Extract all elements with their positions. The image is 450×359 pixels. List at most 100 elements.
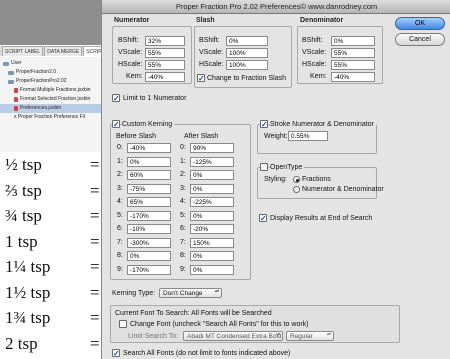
- kerning-digit-label: 1:: [180, 157, 186, 165]
- slash-bshift-field[interactable]: 0%: [226, 36, 268, 46]
- kerning-before-field[interactable]: 60%: [127, 170, 171, 180]
- kerning-before-field[interactable]: -75%: [127, 183, 171, 194]
- change-font-checkbox[interactable]: [119, 320, 127, 328]
- kerning-after-field[interactable]: -125%: [190, 156, 234, 167]
- tree-item[interactable]: Format Multiple Fractions.jsxbin: [0, 86, 101, 95]
- fraction-row: 1½ tsp =: [5, 282, 100, 302]
- slash-vscale-label: VScale:: [199, 49, 224, 56]
- display-results-checkbox[interactable]: ✓: [259, 214, 267, 223]
- numerator-vscale-field[interactable]: 55%: [145, 48, 185, 58]
- tree-item[interactable]: x Proper Fraction Preference Fil: [0, 113, 101, 122]
- folder-icon: [8, 70, 14, 75]
- tree-item[interactable]: Format Selected Fraction.jsxbin: [0, 95, 101, 104]
- tab-script-label[interactable]: SCRIPT LABEL: [2, 46, 44, 56]
- kerning-after-field[interactable]: 90%: [190, 143, 234, 153]
- font-style-select[interactable]: Regular: [286, 331, 334, 341]
- kerning-before-field[interactable]: -170%: [127, 264, 171, 275]
- numerator-kern-label: Kern:: [126, 73, 143, 80]
- fractions-radio-label: Fractions: [302, 176, 331, 183]
- font-family-select[interactable]: Abadi MT Condensed Extra Bold: [183, 331, 283, 341]
- numerator-heading: Numerator: [114, 17, 150, 24]
- preferences-dialog: Proper Fraction Pro 2.02 Preferences© ww…: [101, 0, 450, 359]
- kerning-digit-label: 2:: [117, 171, 123, 178]
- denominator-kern-field[interactable]: -40%: [331, 72, 375, 82]
- numerator-denominator-radio-label: Numerator & Denominator: [302, 186, 384, 193]
- denominator-vscale-field[interactable]: 55%: [331, 48, 375, 58]
- opentype-styling-label: Styling:: [264, 176, 287, 183]
- denominator-bshift-field[interactable]: 0%: [331, 36, 375, 46]
- tree-item[interactable]: Preferences.jsxbin: [0, 104, 101, 113]
- kerning-before-field[interactable]: -170%: [127, 210, 171, 221]
- kerning-digit-label: 4:: [180, 198, 186, 205]
- kerning-digit-label: 4:: [117, 198, 123, 205]
- denominator-bshift-label: BShift:: [302, 37, 323, 44]
- denominator-hscale-label: HScale:: [302, 61, 327, 68]
- tab-data-merge[interactable]: DATA MERGE: [44, 46, 83, 56]
- opentype-label: OpenType: [270, 164, 305, 171]
- opentype-box: [257, 167, 377, 199]
- slash-vscale-field[interactable]: 100%: [226, 48, 268, 58]
- tree-item[interactable]: ProperFraction2.0: [0, 68, 101, 77]
- fraction-row: ¾ tsp =: [5, 206, 100, 225]
- kerning-digit-label: 8:: [117, 252, 123, 259]
- denominator-kern-label: Kern:: [310, 73, 327, 80]
- tree-item[interactable]: User: [0, 59, 101, 68]
- kerning-before-field[interactable]: -300%: [127, 237, 171, 248]
- kerning-type-select[interactable]: Don't Change: [159, 288, 222, 298]
- tree-item[interactable]: ProperFractionPro2.02: [0, 77, 101, 86]
- numerator-bshift-label: BShift:: [118, 37, 139, 44]
- scripts-tree: User ProperFraction2.0 ProperFractionPro…: [0, 57, 101, 152]
- kerning-after-field[interactable]: 0%: [190, 183, 234, 194]
- fractions-radio[interactable]: [293, 176, 300, 183]
- after-slash-heading: After Slash: [184, 133, 219, 140]
- denominator-vscale-label: VScale:: [302, 49, 327, 56]
- kerning-digit-label: 9:: [180, 265, 186, 273]
- kerning-before-field[interactable]: 0%: [127, 156, 171, 167]
- custom-kerning-checkbox[interactable]: ✓: [112, 120, 120, 129]
- fraction-row: ½ tsp =: [5, 155, 100, 174]
- ok-button[interactable]: OK: [395, 17, 445, 30]
- change-to-fraction-slash-checkbox[interactable]: ✓: [197, 74, 205, 83]
- numerator-denominator-radio[interactable]: [293, 186, 300, 193]
- cancel-button[interactable]: Cancel: [395, 33, 445, 46]
- kerning-after-field[interactable]: 0%: [190, 210, 234, 221]
- kerning-digit-label: 1:: [117, 157, 123, 165]
- slash-heading: Slash: [196, 17, 215, 24]
- change-to-fraction-slash-label: Change to Fraction Slash: [207, 75, 286, 82]
- kerning-after-field[interactable]: 0%: [190, 170, 234, 180]
- kerning-digit-label: 5:: [180, 211, 186, 219]
- kerning-after-field[interactable]: 0%: [190, 264, 234, 275]
- kerning-digit-label: 6:: [180, 225, 186, 232]
- denominator-heading: Denominator: [300, 17, 344, 24]
- kerning-digit-label: 3:: [180, 184, 186, 192]
- limit-to-1-numerator-checkbox[interactable]: ✓: [112, 94, 120, 103]
- stroke-label: Stroke Numerator & Denominator: [270, 121, 376, 128]
- kerning-before-field[interactable]: 65%: [127, 197, 171, 207]
- change-font-label: Change Font (uncheck "Search All Fonts" …: [130, 321, 309, 328]
- kerning-after-field[interactable]: 150%: [190, 237, 234, 248]
- before-slash-heading: Before Slash: [116, 133, 157, 140]
- search-all-fonts-checkbox[interactable]: ✓: [112, 349, 120, 358]
- kerning-before-field[interactable]: 0%: [127, 251, 171, 261]
- denominator-hscale-field[interactable]: 55%: [331, 60, 375, 70]
- numerator-bshift-field[interactable]: 32%: [145, 36, 185, 46]
- custom-kerning-label: Custom Kerning: [122, 121, 175, 128]
- opentype-checkbox[interactable]: [260, 163, 268, 171]
- numerator-hscale-field[interactable]: 55%: [145, 60, 185, 70]
- display-results-label: Display Results at End of Search: [270, 215, 373, 222]
- folder-icon: [3, 61, 9, 66]
- numerator-kern-field[interactable]: -40%: [145, 72, 185, 82]
- kerning-after-field[interactable]: -20%: [190, 224, 234, 234]
- kerning-after-field[interactable]: 0%: [190, 251, 234, 261]
- slash-hscale-field[interactable]: 100%: [226, 60, 268, 70]
- stroke-weight-field[interactable]: 0.55%: [288, 131, 328, 141]
- background-document: SCRIPT LABEL DATA MERGE SCRIPTS User Pro…: [0, 0, 111, 359]
- kerning-before-field[interactable]: -40%: [127, 143, 171, 153]
- kerning-digit-label: 2:: [180, 171, 186, 178]
- kerning-digit-label: 3:: [117, 184, 123, 192]
- kerning-after-field[interactable]: -225%: [190, 197, 234, 207]
- dialog-title: Proper Fraction Pro 2.02 Preferences© ww…: [102, 0, 450, 14]
- stroke-checkbox[interactable]: ✓: [260, 120, 268, 129]
- limit-to-1-numerator-label: Limit to 1 Numerator: [123, 95, 187, 102]
- kerning-before-field[interactable]: -10%: [127, 224, 171, 234]
